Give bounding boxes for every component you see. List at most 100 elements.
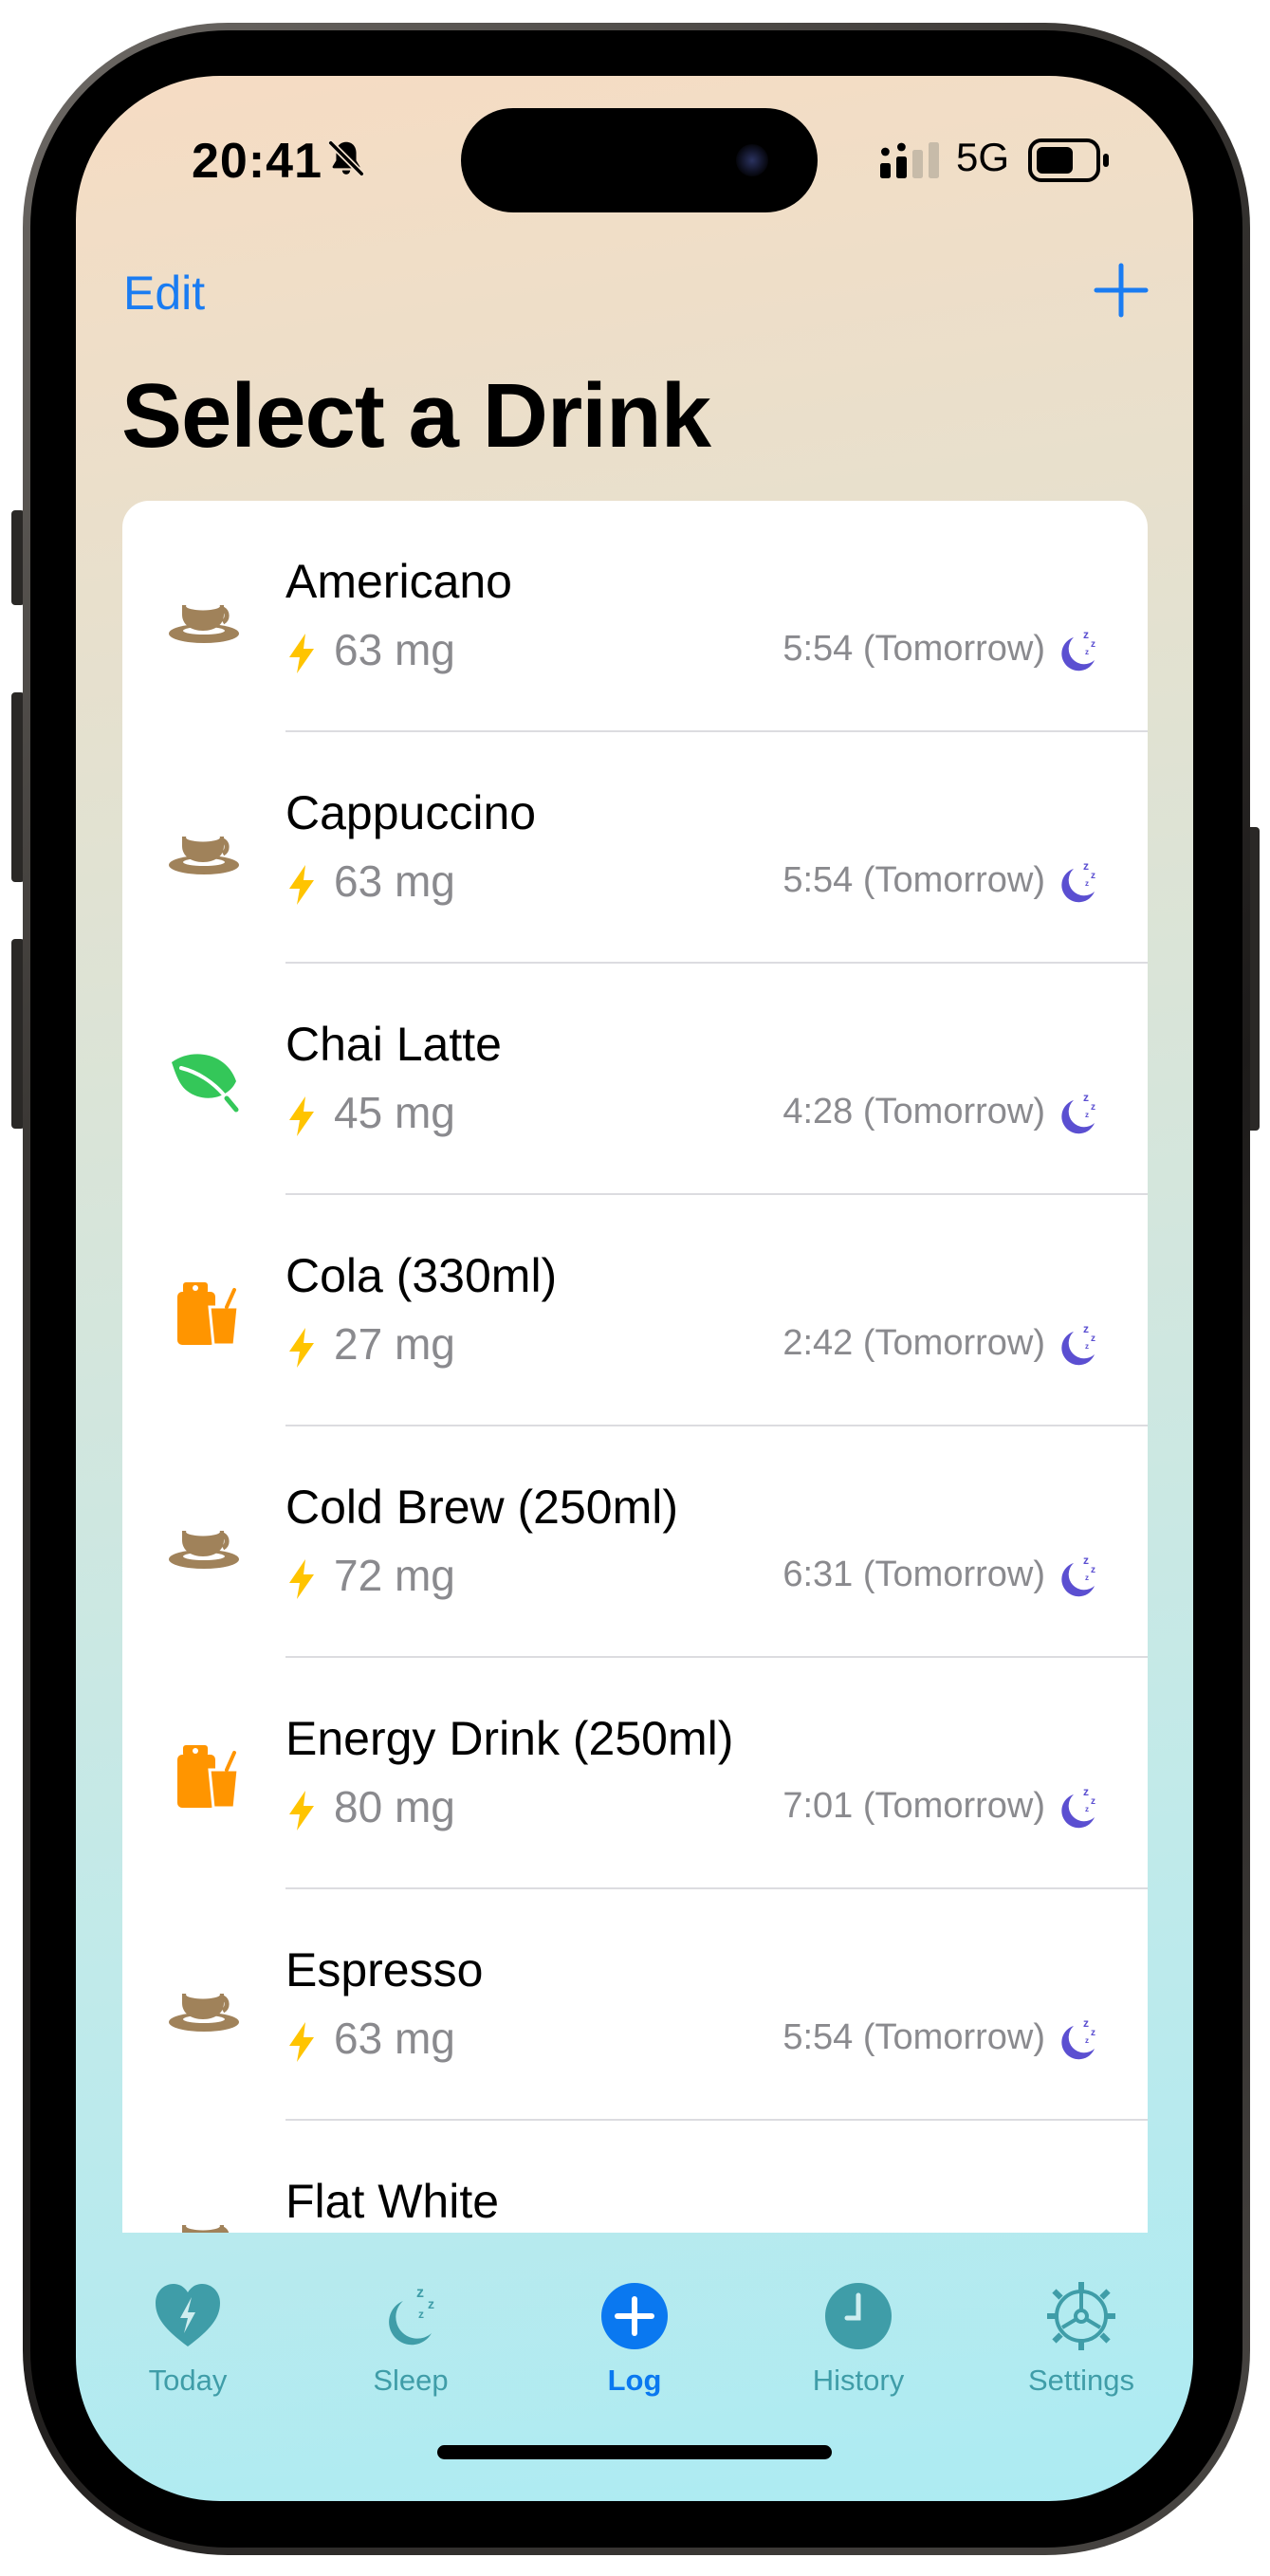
- drink-row[interactable]: Flat White: [122, 2121, 1148, 2233]
- tab-history[interactable]: History: [764, 2280, 953, 2398]
- svg-text:z: z: [1083, 1785, 1089, 1798]
- page-title: Select a Drink: [121, 365, 711, 467]
- svg-text:z: z: [1083, 859, 1089, 873]
- sleep-time: 4:28 (Tomorrow): [782, 1092, 1045, 1132]
- coffee-cup-icon: [169, 1527, 239, 1569]
- clock-icon: [825, 2283, 892, 2349]
- moon-zzz-icon: z z z: [1061, 859, 1095, 903]
- coffee-cup-icon: [169, 1990, 239, 2032]
- bolt-icon: [289, 2022, 314, 2062]
- sleep-time: 5:54 (Tomorrow): [782, 860, 1045, 900]
- caffeine-amount: 80 mg: [334, 1782, 455, 1831]
- drink-name: Energy Drink (250ml): [285, 1712, 734, 1765]
- moon-zzz-icon: z z z: [1061, 1785, 1095, 1829]
- moon-zzz-icon: z z z: [1061, 1322, 1095, 1366]
- drink-row[interactable]: Espresso 63 mg 5:54 (Tomorrow) z z z: [122, 1889, 1148, 2121]
- caffeine-amount: 63 mg: [334, 625, 455, 674]
- bolt-icon: [289, 634, 314, 673]
- sleep-time: 6:31 (Tomorrow): [782, 1555, 1045, 1594]
- drink-row[interactable]: Cold Brew (250ml) 72 mg 6:31 (Tomorrow) …: [122, 1426, 1148, 1658]
- svg-text:z: z: [418, 2308, 424, 2321]
- tab-label: Settings: [1027, 2364, 1134, 2397]
- svg-text:z: z: [1083, 628, 1089, 641]
- svg-text:z: z: [1083, 1322, 1089, 1335]
- tab-settings[interactable]: Settings: [986, 2280, 1176, 2398]
- svg-text:z: z: [1091, 1565, 1095, 1575]
- sleep-time: 2:42 (Tomorrow): [782, 1323, 1045, 1363]
- dynamic-island: [461, 108, 818, 212]
- moon-zzz-icon: z z z: [1061, 1091, 1095, 1134]
- bolt-icon: [289, 1328, 314, 1368]
- svg-text:z: z: [1085, 879, 1089, 888]
- bell-slash-icon: [327, 139, 365, 177]
- home-indicator[interactable]: [437, 2445, 832, 2459]
- drink-name: Espresso: [285, 1943, 484, 1996]
- bolt-icon: [289, 1096, 314, 1136]
- moon-zzz-icon: z z z: [1061, 628, 1095, 672]
- svg-text:z: z: [1091, 639, 1095, 650]
- sleep-time: 7:01 (Tomorrow): [782, 1786, 1045, 1826]
- tab-label: History: [812, 2364, 905, 2397]
- drink-row[interactable]: Americano 63 mg 5:54 (Tomorrow) z z z: [122, 501, 1148, 732]
- coffee-cup-icon: [169, 601, 239, 643]
- svg-text:z: z: [1083, 2016, 1089, 2030]
- heart-bolt-icon: [156, 2284, 220, 2346]
- coffee-cup-icon: [182, 2221, 230, 2233]
- svg-text:z: z: [1085, 1573, 1089, 1582]
- svg-text:z: z: [1091, 1334, 1095, 1344]
- sleep-time: 5:54 (Tomorrow): [782, 629, 1045, 669]
- drink-name: Americano: [285, 555, 512, 608]
- tab-label: Today: [148, 2364, 228, 2397]
- moon-zzz-icon: z z z: [389, 2285, 434, 2346]
- signal-icon: [880, 142, 939, 178]
- svg-text:z: z: [1091, 1796, 1095, 1807]
- tab-bar: Today z z z Sleep Log History Settings: [76, 2233, 1193, 2501]
- moon-zzz-icon: z z z: [1061, 1554, 1095, 1597]
- gear-icon: [1047, 2282, 1115, 2350]
- caffeine-amount: 27 mg: [334, 1319, 455, 1369]
- sleep-time: 5:54 (Tomorrow): [782, 2017, 1045, 2057]
- drink-name: Cola (330ml): [285, 1249, 558, 1302]
- moon-zzz-icon: z z z: [1061, 2016, 1095, 2060]
- svg-text:z: z: [1083, 1091, 1089, 1104]
- caffeine-amount: 72 mg: [334, 1551, 455, 1600]
- battery-icon: [1028, 138, 1109, 182]
- app-screen: 20:41 5G Edit Select a Drink Americano 6…: [76, 76, 1193, 2501]
- svg-text:z: z: [1085, 648, 1089, 656]
- plus-circle-icon: [601, 2283, 668, 2349]
- caffeine-amount: 63 mg: [334, 2014, 455, 2063]
- drink-row[interactable]: Energy Drink (250ml) 80 mg 7:01 (Tomorro…: [122, 1658, 1148, 1889]
- tab-today[interactable]: Today: [93, 2280, 283, 2398]
- drink-row[interactable]: Cola (330ml) 27 mg 2:42 (Tomorrow) z z z: [122, 1195, 1148, 1426]
- caffeine-amount: 45 mg: [334, 1088, 455, 1137]
- drink-list[interactable]: Americano 63 mg 5:54 (Tomorrow) z z z Ca…: [122, 501, 1148, 2233]
- leaf-icon: [172, 1054, 239, 1113]
- svg-text:z: z: [1091, 2028, 1095, 2038]
- bolt-icon: [289, 1559, 314, 1599]
- svg-text:z: z: [1085, 1342, 1089, 1351]
- svg-text:z: z: [416, 2285, 424, 2301]
- bolt-icon: [289, 865, 314, 905]
- edit-button[interactable]: Edit: [123, 266, 205, 321]
- bolt-icon: [289, 1791, 314, 1831]
- tab-label: Sleep: [373, 2364, 449, 2397]
- coffee-cup-icon: [169, 833, 239, 874]
- tab-label: Log: [607, 2364, 662, 2397]
- drink-row[interactable]: Chai Latte 45 mg 4:28 (Tomorrow) z z z: [122, 964, 1148, 1195]
- plus-icon[interactable]: [1093, 262, 1150, 319]
- svg-text:z: z: [1085, 2036, 1089, 2045]
- svg-text:z: z: [1091, 871, 1095, 881]
- tab-log[interactable]: Log: [540, 2280, 729, 2398]
- caffeine-amount: 63 mg: [334, 856, 455, 906]
- drink-row[interactable]: Cappuccino 63 mg 5:54 (Tomorrow) z z z: [122, 732, 1148, 964]
- drink-name: Flat White: [285, 2175, 500, 2228]
- svg-text:z: z: [1085, 1111, 1089, 1119]
- camera-icon: [736, 144, 768, 176]
- svg-text:z: z: [1083, 1554, 1089, 1567]
- network-type: 5G: [956, 135, 1010, 179]
- svg-text:z: z: [1085, 1805, 1089, 1813]
- soda-icon: [177, 1282, 240, 1347]
- tab-sleep[interactable]: z z z Sleep: [316, 2280, 506, 2398]
- drink-name: Chai Latte: [285, 1018, 502, 1071]
- drink-name: Cappuccino: [285, 786, 537, 839]
